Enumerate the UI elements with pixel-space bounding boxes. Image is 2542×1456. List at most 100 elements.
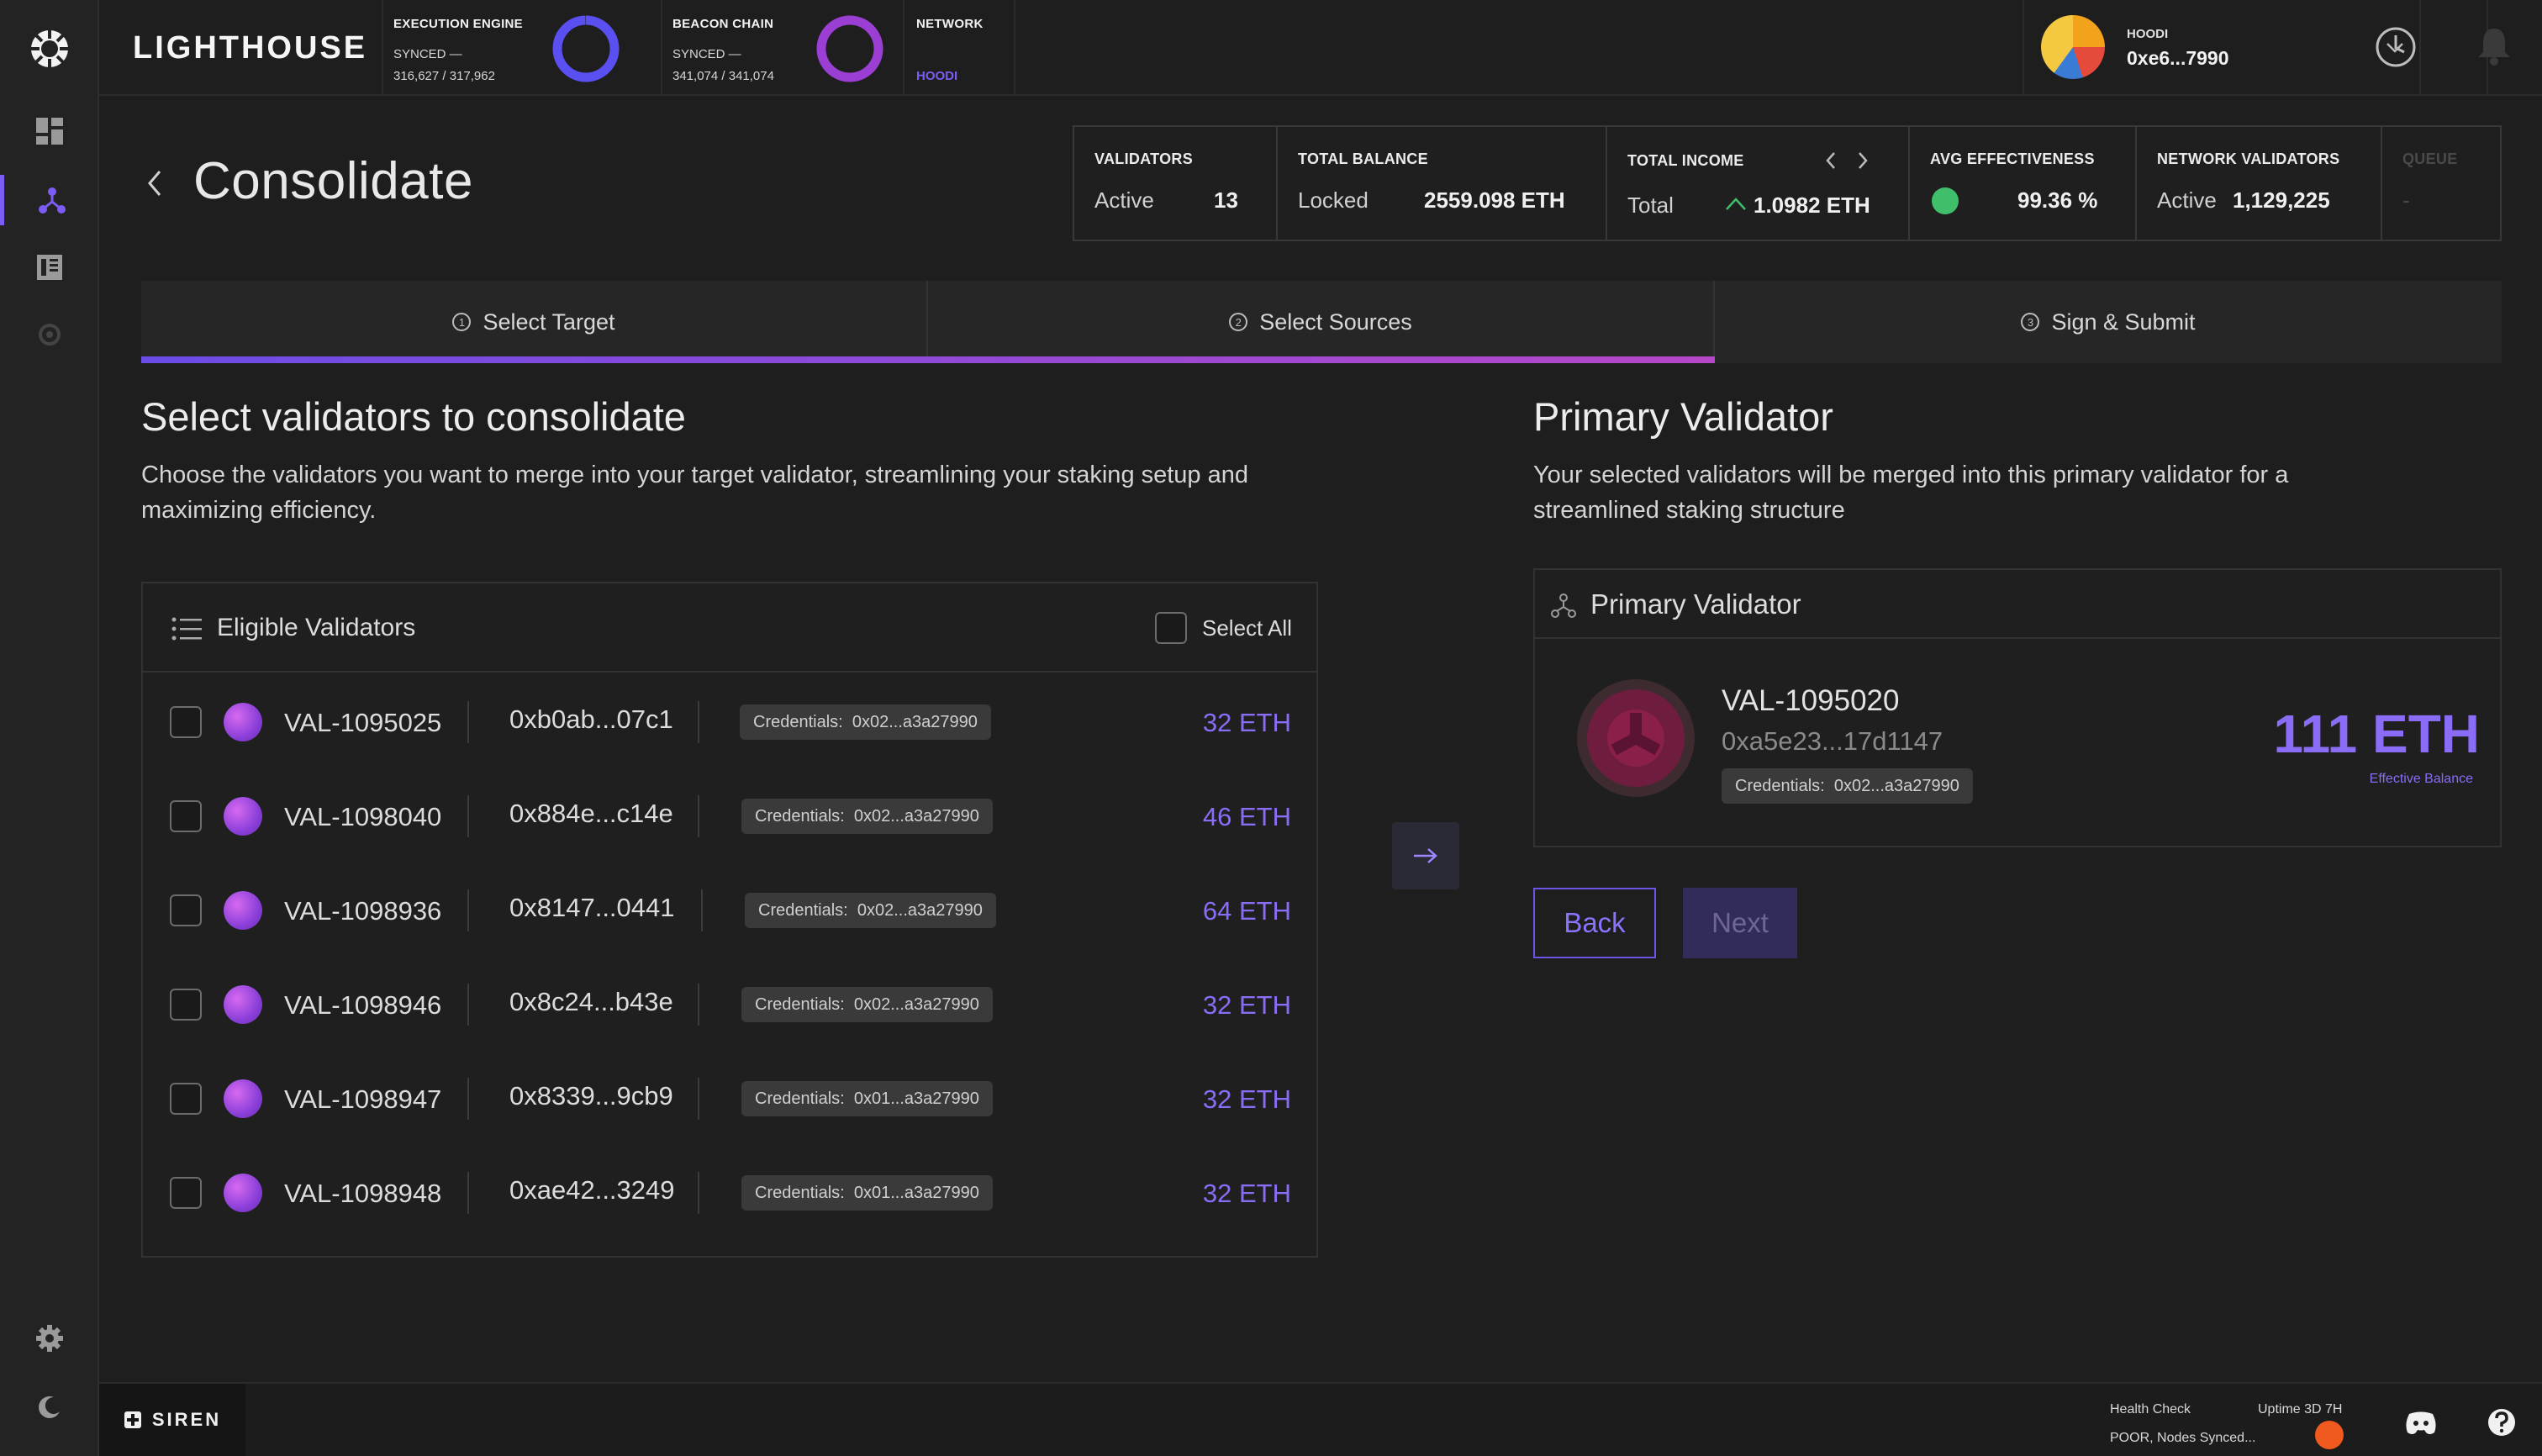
stat-effectiveness-value: 99.36 % [2017, 187, 2098, 213]
back-arrow-icon[interactable] [145, 168, 165, 198]
discord-icon[interactable] [2404, 1411, 2438, 1436]
stat-balance-sub: Locked [1298, 187, 1369, 213]
credentials-label: Credentials: [1735, 776, 1825, 795]
step-2-label: Select Sources [1259, 309, 1412, 335]
validator-balance: 32 ETH [1202, 1084, 1291, 1114]
primary-validator-card-title: Primary Validator [1590, 588, 1801, 620]
account-selector[interactable]: HOODI 0xe6...7990 [2029, 0, 2419, 96]
validator-credentials: Credentials: 0x01...a3a27990 [741, 1081, 993, 1116]
step-sign-submit[interactable]: 3 Sign & Submit [1715, 281, 2502, 363]
validator-avatar [224, 985, 262, 1024]
validator-checkbox[interactable] [170, 989, 202, 1021]
execution-engine-label: EXECUTION ENGINE [393, 17, 523, 31]
stat-balance-value: 2559.098 ETH [1424, 187, 1565, 213]
step-progress-bar [141, 356, 1715, 363]
validator-checkbox[interactable] [170, 800, 202, 832]
health-check-value: POOR, Nodes Synced... [2110, 1431, 2256, 1445]
execution-status: SYNCED — [393, 47, 462, 61]
primary-validator-desc: Your selected validators will be merged … [1533, 457, 2500, 528]
notification-bell-icon[interactable] [2475, 25, 2513, 67]
stat-effectiveness: AVG EFFECTIVENESS 99.36 % [1910, 127, 2137, 240]
next-button[interactable]: Next [1683, 888, 1797, 958]
network-value[interactable]: HOODI [916, 69, 957, 83]
move-to-primary-button[interactable] [1392, 822, 1459, 889]
credentials-label: Credentials: [753, 712, 843, 731]
step-select-target[interactable]: 1 Select Target [141, 281, 928, 363]
primary-validator-card: Primary Validator VAL-1095020 0xa5e23...… [1533, 568, 2502, 847]
settings-gear-icon[interactable] [0, 1313, 99, 1364]
validator-balance: 46 ETH [1202, 802, 1291, 831]
income-prev-icon[interactable] [1824, 150, 1838, 171]
primary-validator-address: 0xa5e23...17d1147 [1722, 726, 1943, 756]
validator-row[interactable]: VAL-1098936 0x8147...0441 Credentials: 0… [143, 861, 1316, 955]
validator-row[interactable]: VAL-1098040 0x884e...c14e Credentials: 0… [143, 767, 1316, 861]
validator-checkbox[interactable] [170, 1177, 202, 1209]
primary-validator-name: VAL-1095020 [1722, 684, 1900, 717]
stat-queue-value: - [2402, 187, 2410, 213]
health-status-dot [2315, 1421, 2344, 1449]
validator-credentials: Credentials: 0x02...a3a27990 [745, 893, 996, 928]
moon-theme-icon[interactable] [0, 1382, 99, 1432]
validator-address: 0x8339...9cb9 [509, 1081, 673, 1110]
validator-row[interactable]: VAL-1098948 0xae42...3249 Credentials: 0… [143, 1143, 1316, 1237]
credentials-value: 0x02...a3a27990 [852, 712, 978, 731]
app-logo-icon[interactable] [0, 24, 99, 74]
stat-income: TOTAL INCOME Total 1.0982 ETH [1607, 127, 1910, 240]
history-clock-icon[interactable] [2374, 25, 2418, 69]
validator-row[interactable]: VAL-1098946 0x8c24...b43e Credentials: 0… [143, 955, 1316, 1049]
validator-checkbox[interactable] [170, 894, 202, 926]
top-bar: LIGHTHOUSE EXECUTION ENGINE SYNCED — 316… [99, 0, 2542, 96]
step-1-label: Select Target [483, 309, 615, 335]
stat-validators-label: VALIDATORS [1094, 150, 1194, 167]
validator-balance: 32 ETH [1202, 990, 1291, 1020]
validator-address: 0xae42...3249 [509, 1175, 675, 1205]
help-icon[interactable] [2487, 1407, 2517, 1438]
dashboard-icon[interactable] [0, 106, 99, 156]
step-1-number: 1 [452, 313, 472, 331]
uptime-label: Uptime 3D 7H [2258, 1402, 2343, 1416]
credentials-value: 0x01...a3a27990 [853, 1089, 979, 1108]
step-2-number: 2 [1229, 313, 1248, 331]
select-all-checkbox[interactable] [1155, 612, 1187, 644]
validator-avatar [224, 797, 262, 836]
credentials-label: Credentials: [758, 900, 848, 920]
stats-bar: VALIDATORS Active 13 TOTAL BALANCE Locke… [1073, 125, 2502, 241]
sync-icon[interactable] [0, 309, 99, 360]
credentials-value: 0x02...a3a27990 [857, 900, 983, 920]
beacon-sync-ring [816, 15, 883, 82]
trend-up-icon [1726, 198, 1746, 210]
validator-checkbox[interactable] [170, 1083, 202, 1115]
account-avatar [2041, 15, 2105, 79]
validator-row[interactable]: VAL-1098947 0x8339...9cb9 Credentials: 0… [143, 1049, 1316, 1143]
stat-balance-label: TOTAL BALANCE [1298, 150, 1428, 167]
select-all-label[interactable]: Select All [1202, 615, 1292, 641]
credentials-label: Credentials: [755, 1183, 845, 1202]
stat-network-validators: NETWORK VALIDATORS Active 1,129,225 [2137, 127, 2382, 240]
validator-avatar [224, 1079, 262, 1118]
back-button[interactable]: Back [1533, 888, 1656, 958]
credentials-value: 0x02...a3a27990 [853, 806, 979, 826]
income-next-icon[interactable] [1856, 150, 1870, 171]
primary-validator-avatar-icon [1587, 689, 1685, 787]
validator-management-icon[interactable] [0, 175, 99, 225]
step-select-sources[interactable]: 2 Select Sources [928, 281, 1715, 363]
logs-icon[interactable] [0, 242, 99, 293]
effective-balance-label: Effective Balance [2369, 772, 2473, 786]
account-network: HOODI [2127, 27, 2169, 41]
validator-name: VAL-1098947 [284, 1084, 442, 1114]
validator-address: 0x8147...0441 [509, 893, 675, 922]
primary-validator-desc-line2: streamlined staking structure [1533, 497, 1845, 524]
beacon-status: SYNCED — [672, 47, 741, 61]
validator-row[interactable]: VAL-1095025 0xb0ab...07c1 Credentials: 0… [143, 673, 1316, 767]
beacon-progress: 341,074 / 341,074 [672, 69, 774, 83]
validator-balance: 32 ETH [1202, 708, 1291, 737]
credentials-value: 0x02...a3a27990 [1833, 776, 1959, 795]
validator-checkbox[interactable] [170, 706, 202, 738]
credentials-value: 0x01...a3a27990 [853, 1183, 979, 1202]
stat-income-value: 1.0982 ETH [1754, 193, 1870, 218]
select-validators-desc-line2: maximizing efficiency. [141, 497, 377, 524]
stat-network-validators-value: 1,129,225 [2233, 187, 2330, 213]
select-validators-title: Select validators to consolidate [141, 394, 686, 439]
validator-network-icon [1551, 593, 1576, 618]
stat-income-label: TOTAL INCOME [1627, 152, 1744, 169]
